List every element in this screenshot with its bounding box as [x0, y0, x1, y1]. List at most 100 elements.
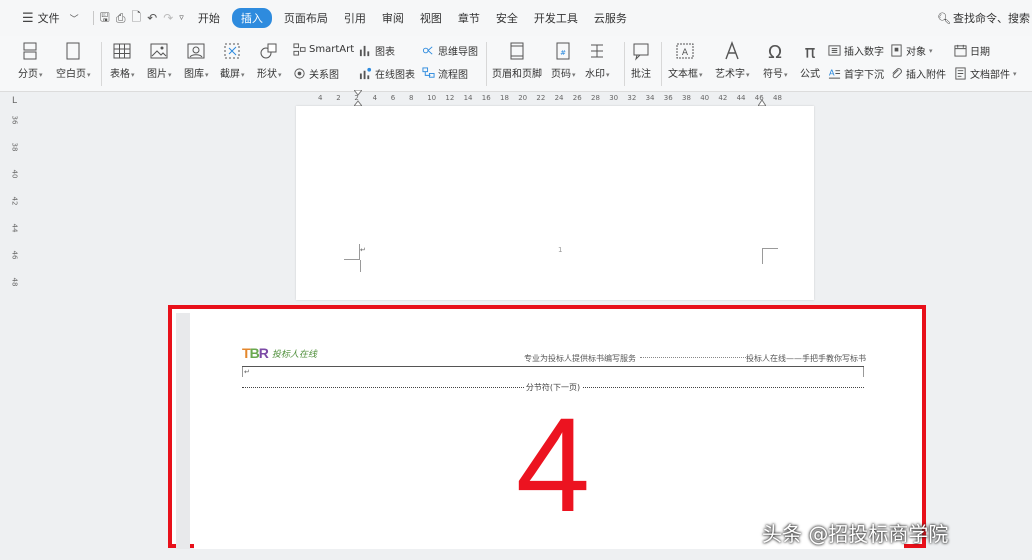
tab-view[interactable]: 视图 [420, 10, 442, 26]
tab-security[interactable]: 安全 [496, 10, 518, 26]
wordart-button[interactable]: 艺术字▾ [715, 36, 750, 80]
page-break-icon [23, 42, 37, 60]
document-page-2[interactable]: TBR 投标人在线 专业为投标人提供标书编写服务 投标人在线——手把手教你写标书… [194, 317, 904, 549]
tab-insert[interactable]: 插入 [231, 8, 272, 28]
ruler-tick-label: 48 [10, 277, 19, 287]
ruler-tick-label: 40 [10, 169, 19, 179]
customize-icon[interactable]: ▿ [179, 13, 184, 23]
drop-cap-button[interactable]: A 首字下沉 [828, 66, 884, 81]
svg-text:A: A [829, 67, 835, 77]
mindmap-label: 思维导图 [438, 47, 478, 58]
header-footer-icon [510, 42, 524, 60]
watermark-label: 水印 [585, 69, 605, 80]
svg-text:π: π [805, 42, 816, 61]
tab-cloud[interactable]: 云服务 [594, 10, 627, 26]
online-chart-icon [359, 67, 372, 80]
tab-chapter[interactable]: 章节 [458, 10, 480, 26]
chart-button[interactable]: 图表 [359, 43, 395, 58]
comment-icon [633, 43, 649, 61]
horizontal-ruler[interactable]: 4 2 2 4 6 8 10 12 14 16 18 20 22 24 26 28 30 32 34 36 38 40 42… [296, 90, 814, 106]
chevron-down-icon[interactable]: ﹀ [70, 12, 79, 25]
tab-selector[interactable]: L [12, 96, 17, 106]
divider [101, 42, 102, 86]
ruler-tick-label: 2 [354, 94, 359, 102]
formula-button[interactable]: π 公式 [800, 36, 820, 80]
ruler-tick-label: 38 [682, 94, 691, 102]
blank-page-button[interactable]: 空白页▾ [56, 36, 91, 80]
formula-label: 公式 [800, 69, 820, 80]
blank-page-label: 空白页 [56, 69, 86, 80]
relation-label: 关系图 [309, 70, 339, 81]
paragraph-mark: ↵ [244, 368, 250, 376]
print-icon[interactable]: ⎙ [116, 11, 126, 26]
ruler-tick-label: 28 [591, 94, 600, 102]
ruler-tick-label: 10 [427, 94, 437, 102]
tab-review[interactable]: 审阅 [382, 10, 404, 26]
table-button[interactable]: 表格▾ [110, 36, 135, 80]
comment-button[interactable]: 批注 [631, 36, 651, 80]
ruler-tick-label: 26 [572, 94, 582, 102]
crop-mark [344, 244, 360, 260]
mindmap-button[interactable]: 思维导图 [422, 43, 478, 58]
page-number-button[interactable]: # 页码▾ [551, 36, 576, 80]
undo-icon[interactable]: ↶ [147, 11, 157, 25]
save-icon[interactable]: 🖫 [100, 8, 110, 29]
comment-label: 批注 [631, 69, 651, 80]
gallery-label: 图库 [184, 69, 204, 80]
ruler-tick-label: 42 [10, 196, 19, 206]
ruler-tick-label: 46 [754, 94, 764, 102]
page-gutter [176, 313, 190, 549]
attachment-button[interactable]: 插入附件 [890, 66, 946, 81]
crop-mark [360, 260, 361, 272]
quick-access-toolbar: ﹀ 🖫 ⎙ 🗋 ↶ ↷ ▿ [70, 8, 184, 29]
vertical-ruler[interactable]: 36 38 40 42 44 46 48 [10, 108, 22, 296]
picture-button[interactable]: 图片▾ [147, 36, 172, 80]
pi-icon: π [805, 42, 816, 61]
file-menu[interactable]: 文件 [38, 10, 60, 26]
date-label: 日期 [970, 47, 990, 58]
date-button[interactable]: 日期 [954, 43, 990, 58]
insert-number-label: 插入数字 [844, 47, 884, 58]
print-preview-icon[interactable]: 🗋 [132, 8, 142, 29]
tab-home[interactable]: 开始 [198, 10, 220, 26]
page-break-button[interactable]: 分页▾ [18, 36, 43, 80]
search-icon: 🔍︎ [937, 11, 951, 25]
ruler-tick-label: 32 [627, 94, 637, 102]
search-command[interactable]: 🔍︎ 查找命令、搜索 [937, 0, 1032, 36]
header-footer-button[interactable]: 页眉和页脚 [492, 36, 542, 80]
table-icon [113, 43, 131, 59]
doc-parts-icon [955, 67, 966, 80]
divider [486, 42, 487, 86]
tab-page-layout[interactable]: 页面布局 [284, 10, 328, 26]
gallery-button[interactable]: 图库▾ [184, 36, 209, 80]
symbol-button[interactable]: Ω 符号▾ [763, 36, 788, 80]
paragraph-mark: ↵ [360, 246, 366, 254]
gallery-icon [187, 43, 205, 59]
ruler-tick-label: 40 [700, 94, 710, 102]
shapes-button[interactable]: 形状▾ [257, 36, 282, 80]
svg-text:A: A [682, 48, 689, 58]
divider [624, 42, 625, 86]
flowchart-button[interactable]: 流程图 [422, 66, 468, 81]
tab-developer[interactable]: 开发工具 [534, 10, 578, 26]
mindmap-icon [422, 46, 433, 55]
watermark-button[interactable]: 水印▾ [585, 36, 610, 80]
wordart-icon [725, 41, 739, 60]
paperclip-icon [892, 68, 902, 79]
svg-text:#: # [560, 49, 566, 57]
number-icon [828, 45, 841, 56]
online-chart-button[interactable]: 在线图表 [359, 66, 415, 81]
doc-parts-button[interactable]: 文档部件 ▾ [954, 66, 1017, 81]
menu-icon[interactable]: ☰ [22, 11, 34, 26]
smartart-button[interactable]: SmartArt [293, 43, 354, 56]
textbox-button[interactable]: A 文本框▾ [668, 36, 703, 80]
tab-references[interactable]: 引用 [344, 10, 366, 26]
object-button[interactable]: 对象 ▾ [890, 43, 933, 58]
redo-icon[interactable]: ↷ [163, 11, 173, 25]
insert-number-button[interactable]: 插入数字 [828, 43, 884, 58]
header-leader [640, 357, 748, 358]
document-page-1[interactable]: ↵ 1 [296, 106, 814, 300]
ruler-tick-label: 42 [718, 94, 728, 102]
relation-chart-button[interactable]: 关系图 [293, 66, 339, 81]
screenshot-button[interactable]: 截屏▾ [220, 36, 245, 80]
